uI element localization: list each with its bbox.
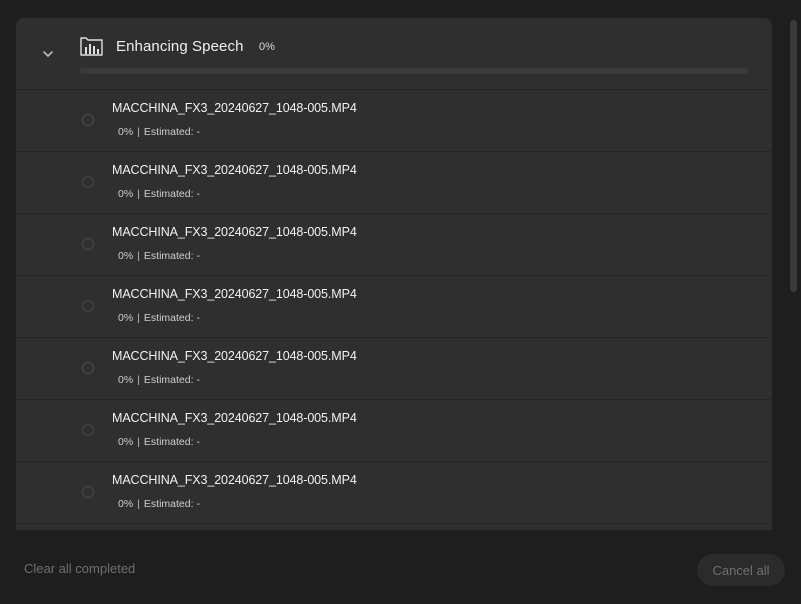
job-header: Enhancing Speech 0% bbox=[16, 18, 772, 90]
cancel-all-button[interactable]: Cancel all bbox=[697, 554, 785, 586]
file-status: 0% | Estimated: - bbox=[118, 436, 200, 448]
file-status: 0% | Estimated: - bbox=[118, 374, 200, 386]
chevron-down-icon[interactable] bbox=[40, 46, 56, 62]
status-circle-icon bbox=[81, 299, 95, 313]
status-separator: | bbox=[137, 312, 140, 324]
file-estimated: Estimated: - bbox=[143, 374, 200, 386]
status-separator: | bbox=[137, 188, 140, 200]
file-row: MACCHINA_FX3_20240627_1048-005.MP4 0% | Es… bbox=[16, 462, 772, 524]
file-name: MACCHINA_FX3_20240627_1048-005.MP4 bbox=[112, 473, 357, 487]
status-separator: | bbox=[137, 436, 140, 448]
job-progress-bar bbox=[80, 68, 748, 74]
file-name: MACCHINA_FX3_20240627_1048-005.MP4 bbox=[112, 349, 357, 363]
file-percent: 0% bbox=[118, 312, 134, 324]
file-estimated: Estimated: - bbox=[143, 436, 200, 448]
file-estimated: Estimated: - bbox=[143, 312, 200, 324]
scrollbar-thumb[interactable] bbox=[790, 20, 797, 292]
queue-panel: Enhancing Speech 0% MACCHINA_FX3_2024062… bbox=[16, 18, 772, 530]
job-title: Enhancing Speech bbox=[116, 38, 244, 55]
file-percent: 0% bbox=[118, 250, 134, 262]
file-percent: 0% bbox=[118, 498, 134, 510]
file-estimated: Estimated: - bbox=[143, 250, 200, 262]
file-name: MACCHINA_FX3_20240627_1048-005.MP4 bbox=[112, 287, 357, 301]
status-separator: | bbox=[137, 374, 140, 386]
status-separator: | bbox=[137, 498, 140, 510]
file-estimated: Estimated: - bbox=[143, 126, 200, 138]
file-name: MACCHINA_FX3_20240627_1048-005.MP4 bbox=[112, 225, 357, 239]
file-percent: 0% bbox=[118, 374, 134, 386]
job-percent: 0% bbox=[259, 41, 275, 53]
file-row: MACCHINA_FX3_20240627_1048-005.MP4 0% | Es… bbox=[16, 400, 772, 462]
file-row: MACCHINA_FX3_20240627_1048-005.MP4 0% | Es… bbox=[16, 338, 772, 400]
file-row: MACCHINA_FX3_20240627_1048-005.MP4 0% | Es… bbox=[16, 214, 772, 276]
file-status: 0% | Estimated: - bbox=[118, 498, 200, 510]
status-circle-icon bbox=[81, 237, 95, 251]
clear-completed-button[interactable]: Clear all completed bbox=[24, 561, 135, 576]
file-estimated: Estimated: - bbox=[143, 498, 200, 510]
status-circle-icon bbox=[81, 175, 95, 189]
file-name: MACCHINA_FX3_20240627_1048-005.MP4 bbox=[112, 101, 357, 115]
file-row: MACCHINA_FX3_20240627_1048-005.MP4 0% | Es… bbox=[16, 90, 772, 152]
status-circle-icon bbox=[81, 113, 95, 127]
status-circle-icon bbox=[81, 423, 95, 437]
file-status: 0% | Estimated: - bbox=[118, 126, 200, 138]
speech-enhance-icon bbox=[80, 37, 103, 56]
file-status: 0% | Estimated: - bbox=[118, 250, 200, 262]
file-status: 0% | Estimated: - bbox=[118, 188, 200, 200]
file-row: MACCHINA_FX3_20240627_1048-005.MP4 0% | Es… bbox=[16, 276, 772, 338]
status-circle-icon bbox=[81, 361, 95, 375]
file-percent: 0% bbox=[118, 436, 134, 448]
status-separator: | bbox=[137, 126, 140, 138]
file-name: MACCHINA_FX3_20240627_1048-005.MP4 bbox=[112, 411, 357, 425]
file-percent: 0% bbox=[118, 126, 134, 138]
file-estimated: Estimated: - bbox=[143, 188, 200, 200]
file-row: MACCHINA_FX3_20240627_1048-005.MP4 0% | Es… bbox=[16, 152, 772, 214]
file-name: MACCHINA_FX3_20240627_1048-005.MP4 bbox=[112, 163, 357, 177]
status-separator: | bbox=[137, 250, 140, 262]
file-status: 0% | Estimated: - bbox=[118, 312, 200, 324]
file-list: MACCHINA_FX3_20240627_1048-005.MP4 0% | Es… bbox=[16, 90, 772, 524]
file-percent: 0% bbox=[118, 188, 134, 200]
status-circle-icon bbox=[81, 485, 95, 499]
